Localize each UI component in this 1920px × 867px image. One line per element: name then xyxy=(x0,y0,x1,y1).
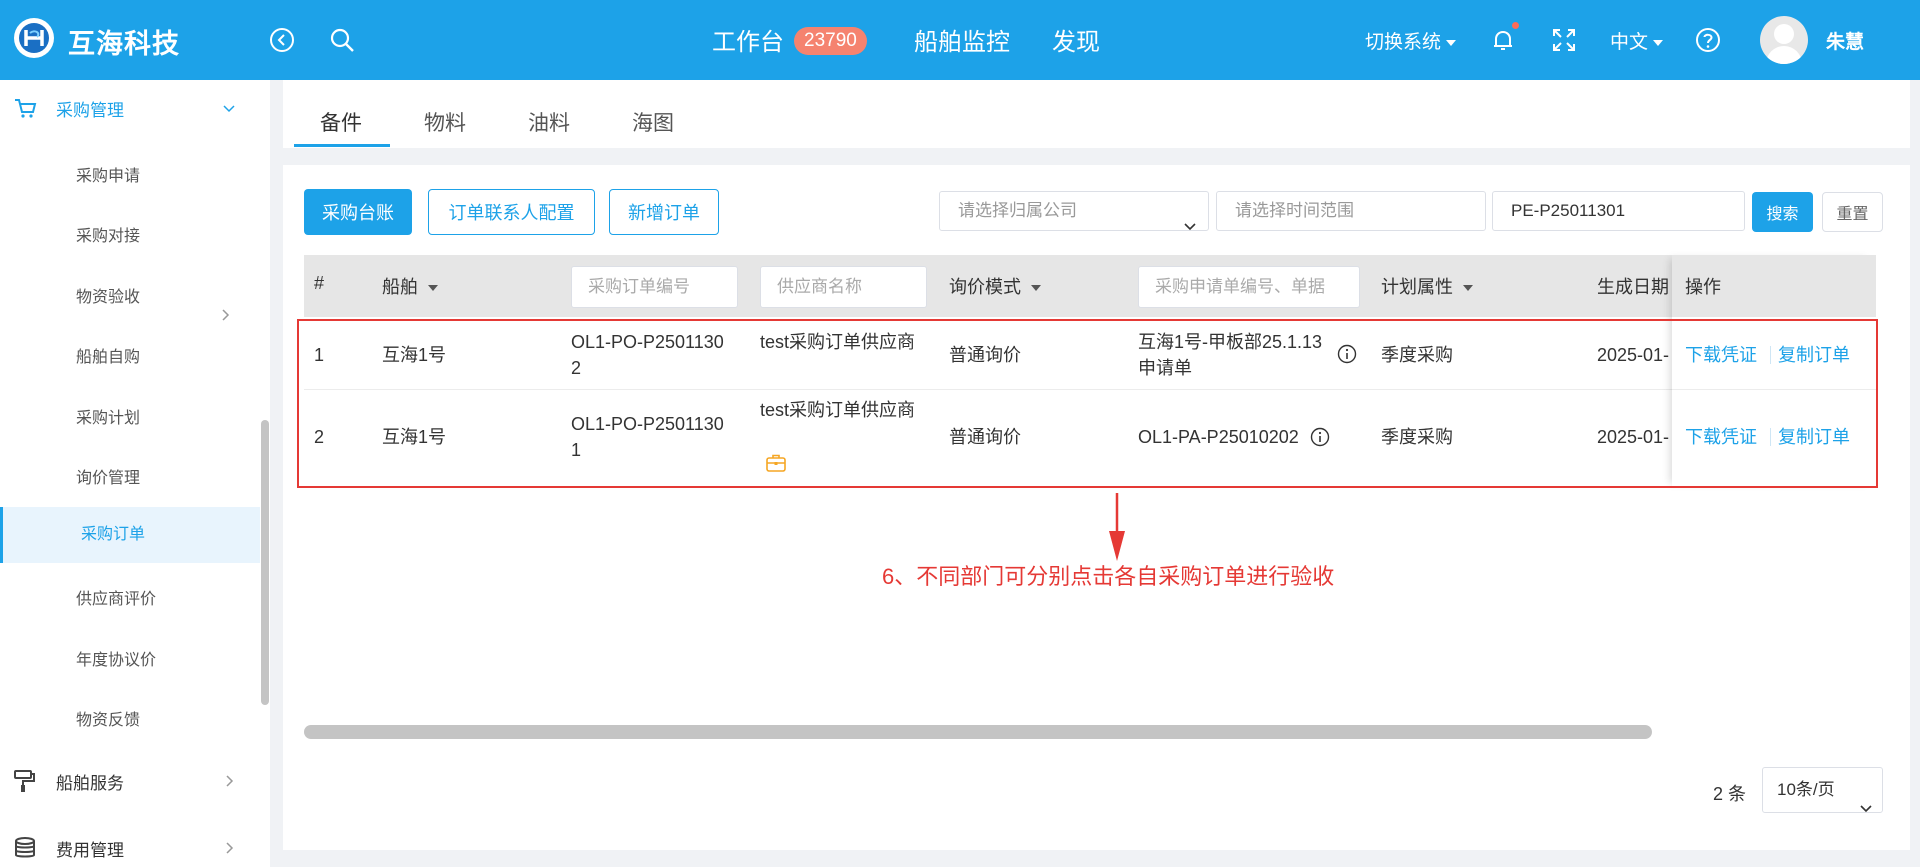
cart-icon xyxy=(12,95,38,121)
language-label: 中文 xyxy=(1610,32,1649,53)
bell-icon[interactable] xyxy=(1489,26,1517,54)
order-no-filter-input[interactable]: 采购订单编号 xyxy=(571,266,738,308)
sidebar-item-supplier-evaluation[interactable]: 供应商评价 xyxy=(0,572,260,628)
sidebar-item-material-feedback[interactable]: 物资反馈 xyxy=(0,693,260,749)
table-horizontal-scrollbar[interactable] xyxy=(304,725,1652,739)
nav-workbench[interactable]: 工作台 xyxy=(712,22,784,57)
category-tabs: 备件 物料 油料 海图 xyxy=(283,80,1910,148)
sidebar-item-purchase-request[interactable]: 采购申请 xyxy=(0,149,260,205)
order-contact-config-button[interactable]: 订单联系人配置 xyxy=(428,189,595,235)
tab-materials[interactable]: 物料 xyxy=(424,107,466,137)
col-index: # xyxy=(314,273,325,293)
tab-spare-parts[interactable]: 备件 xyxy=(320,107,362,137)
sidebar-item-material-acceptance[interactable]: 物资验收 xyxy=(0,270,260,326)
chevron-right-icon xyxy=(222,841,236,855)
annotation-text: 6、不同部门可分别点击各自采购订单进行验收 xyxy=(882,564,1335,589)
supplier-filter-input[interactable]: 供应商名称 xyxy=(760,266,927,308)
col-ship-filter[interactable]: 船舶 xyxy=(382,273,438,299)
sidebar-group-expense[interactable]: 费用管理 xyxy=(0,820,260,867)
paint-roller-icon xyxy=(12,768,38,794)
col-created-date: 生成日期 xyxy=(1597,277,1669,297)
time-range-input[interactable]: 请选择时间范围 xyxy=(1216,191,1486,231)
active-tab-indicator xyxy=(294,144,390,147)
reset-button[interactable]: 重置 xyxy=(1822,192,1883,232)
language-dropdown[interactable]: 中文 xyxy=(1610,27,1664,54)
sidebar-item-annual-agreement-price[interactable]: 年度协议价 xyxy=(0,633,260,689)
sidebar-item-purchase-docking[interactable]: 采购对接 xyxy=(0,209,260,265)
notification-dot xyxy=(1512,22,1519,29)
page-size-select[interactable]: 10条/页 xyxy=(1762,767,1883,813)
sidebar-item-purchase-order[interactable]: 采购订单 xyxy=(0,507,260,563)
tab-oil[interactable]: 油料 xyxy=(528,107,570,137)
sidebar-group-label: 采购管理 xyxy=(56,100,124,120)
database-icon xyxy=(12,835,38,861)
tab-charts[interactable]: 海图 xyxy=(632,107,674,137)
chevron-right-icon xyxy=(218,290,232,321)
request-no-filter-input[interactable]: 采购申请单编号、单据 xyxy=(1138,266,1360,308)
help-icon[interactable] xyxy=(1694,26,1722,54)
col-inquiry-mode-filter[interactable]: 询价模式 xyxy=(949,273,1041,299)
total-count: 2 条 xyxy=(1713,784,1747,804)
nav-discover[interactable]: 发现 xyxy=(1052,22,1100,57)
new-order-button[interactable]: 新增订单 xyxy=(609,189,719,235)
chevron-down-icon xyxy=(1446,39,1457,46)
switch-system-label: 切换系统 xyxy=(1365,32,1442,53)
caret-down-icon xyxy=(1031,285,1041,292)
sidebar-group-purchase[interactable]: 采购管理 xyxy=(0,80,260,136)
highlight-box xyxy=(297,319,1878,488)
top-header: 互海科技 工作台 23790 船舶监控 发现 切换系统 中文 朱慧 xyxy=(0,0,1920,80)
avatar[interactable] xyxy=(1760,16,1808,64)
chevron-down-icon xyxy=(1653,39,1664,46)
username[interactable]: 朱慧 xyxy=(1826,27,1864,54)
company-select[interactable]: 请选择归属公司 xyxy=(939,191,1209,231)
chevron-right-icon xyxy=(222,774,236,788)
search-button[interactable]: 搜索 xyxy=(1752,192,1813,232)
search-icon[interactable] xyxy=(328,26,356,54)
caret-down-icon xyxy=(1463,285,1473,292)
col-plan-attr-label: 计划属性 xyxy=(1381,277,1453,297)
sidebar-item-inquiry-management[interactable]: 询价管理 xyxy=(0,451,260,507)
caret-down-icon xyxy=(428,285,438,292)
col-plan-attr-filter[interactable]: 计划属性 xyxy=(1381,273,1473,299)
search-input[interactable]: PE-P25011301 xyxy=(1492,191,1745,231)
sidebar-group-label: 费用管理 xyxy=(56,840,124,860)
brand-name: 互海科技 xyxy=(68,29,180,59)
chevron-down-icon xyxy=(1860,786,1872,830)
table-header: # 船舶 采购订单编号 供应商名称 询价模式 采购申请单编号、单据 计划属性 生… xyxy=(304,255,1876,317)
fullscreen-icon[interactable] xyxy=(1550,26,1578,54)
workbench-badge: 23790 xyxy=(794,27,867,55)
annotation-arrow-icon xyxy=(1109,493,1125,561)
sidebar-group-label: 船舶服务 xyxy=(56,773,124,793)
purchase-ledger-button[interactable]: 采购台账 xyxy=(304,189,412,235)
sidebar-item-purchase-plan[interactable]: 采购计划 xyxy=(0,391,260,447)
switch-system-dropdown[interactable]: 切换系统 xyxy=(1365,27,1457,54)
sidebar-item-label: 物资验收 xyxy=(76,289,141,306)
chevron-down-icon xyxy=(1184,207,1196,231)
company-select-placeholder: 请选择归属公司 xyxy=(958,201,1077,220)
chevron-down-icon xyxy=(222,101,236,115)
sidebar-scrollbar[interactable] xyxy=(261,420,269,705)
sidebar: 采购管理 采购申请 采购对接 物资验收 船舶自购 采购计划 询价管理 采购订单 … xyxy=(0,80,270,867)
col-inquiry-mode-label: 询价模式 xyxy=(949,277,1021,297)
col-ship-label: 船舶 xyxy=(382,277,418,297)
sidebar-item-ship-self-purchase[interactable]: 船舶自购 xyxy=(0,330,260,386)
back-icon[interactable] xyxy=(268,26,296,54)
nav-ship-monitor[interactable]: 船舶监控 xyxy=(914,22,1010,57)
company-logo-icon xyxy=(14,18,54,58)
page-size-label: 10条/页 xyxy=(1777,780,1835,799)
sidebar-group-ship-service[interactable]: 船舶服务 xyxy=(0,753,260,809)
